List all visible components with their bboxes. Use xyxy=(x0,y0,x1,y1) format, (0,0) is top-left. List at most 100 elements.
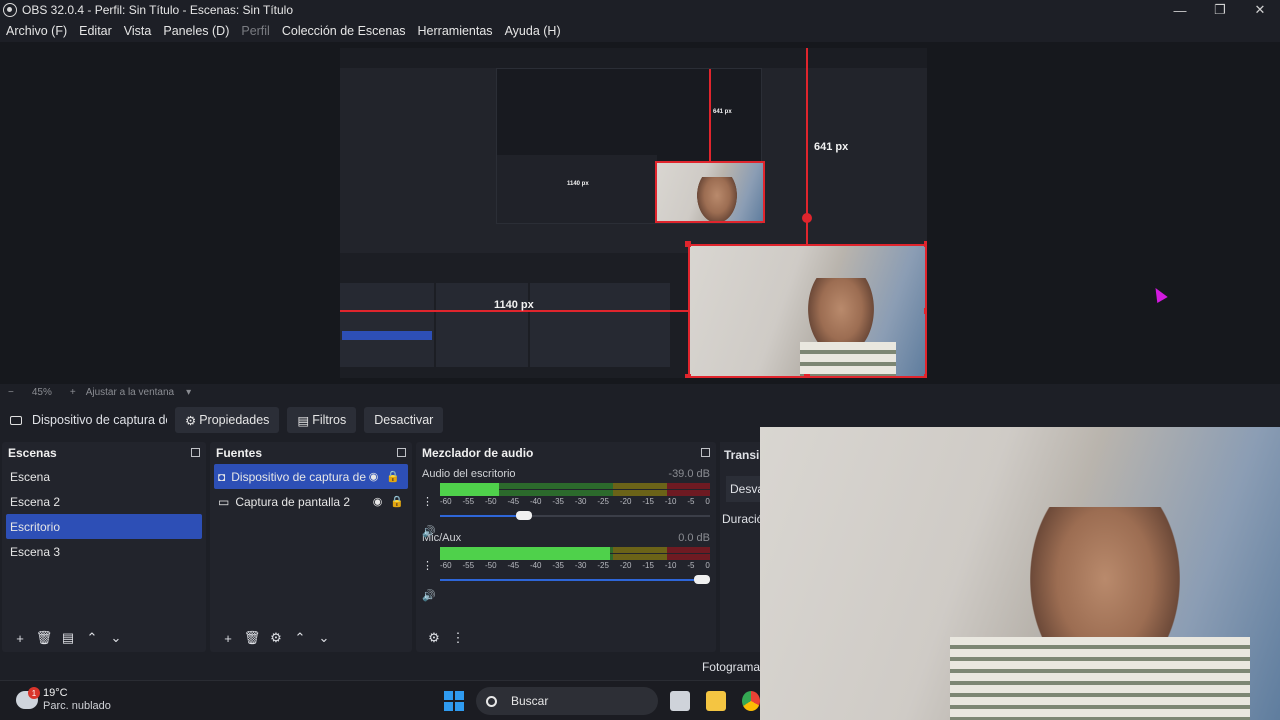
sources-title: Fuentes xyxy=(216,446,263,460)
fit-to-window-label[interactable]: Ajustar a la ventana xyxy=(86,387,174,398)
zoom-level: 45% xyxy=(31,386,52,398)
search-placeholder: Buscar xyxy=(511,694,549,708)
volume-slider[interactable] xyxy=(440,574,710,586)
scene-item-selected[interactable]: Escritorio xyxy=(6,514,202,539)
search-icon xyxy=(486,695,497,707)
move-down-icon[interactable]: ⌄ xyxy=(104,630,128,646)
mixer-menu-icon[interactable]: ⋮ xyxy=(446,630,470,646)
tick-label: -30 xyxy=(574,561,587,570)
tick-label: -50 xyxy=(484,497,497,506)
advanced-audio-icon[interactable]: ⚙ xyxy=(422,630,446,646)
tick-label: -55 xyxy=(462,497,475,506)
tick-label: -25 xyxy=(597,561,609,570)
lock-icon[interactable]: 🔒 xyxy=(390,495,404,508)
status-bar: Fotograma xyxy=(0,656,760,680)
scene-item[interactable]: Escena 3 xyxy=(2,539,206,564)
resize-handle[interactable] xyxy=(685,241,691,247)
speaker-icon[interactable]: 🔊 xyxy=(422,589,436,602)
close-icon[interactable]: ✕ xyxy=(1240,0,1280,20)
sources-footer: + 🗑 ⚙ ⌃ ⌄ xyxy=(210,624,412,652)
zoom-dropdown-icon[interactable]: ▾ xyxy=(186,387,191,398)
scene-item[interactable]: Escena 2 xyxy=(2,489,206,514)
undock-icon[interactable] xyxy=(397,448,406,457)
tick-label: -40 xyxy=(529,497,542,506)
resize-handle[interactable] xyxy=(804,374,810,378)
trash-icon[interactable]: 🗑 xyxy=(32,630,56,646)
camera-icon: ◘ xyxy=(218,469,226,484)
filters-button[interactable]: ▤ Filtros xyxy=(287,407,357,433)
filter-icon[interactable]: ▤ xyxy=(56,630,80,646)
transitions-dock: Transi Desva Duració xyxy=(720,442,760,652)
speaker-icon[interactable]: 🔊 xyxy=(422,525,436,538)
resize-handle[interactable] xyxy=(924,308,927,314)
chrome-icon[interactable] xyxy=(742,691,760,711)
source-item-selected[interactable]: ◘ Dispositivo de captura de ◉ 🔒 xyxy=(214,464,408,489)
menu-paneles[interactable]: Paneles (D) xyxy=(157,24,235,38)
horizontal-measure-label: 1140 px xyxy=(494,299,534,311)
selected-webcam-source[interactable] xyxy=(688,244,927,378)
transition-select[interactable]: Desva xyxy=(726,476,760,502)
move-down-icon[interactable]: ⌄ xyxy=(312,630,336,646)
recursive-window-titlebar xyxy=(340,48,927,68)
filters-label: Filtros xyxy=(312,413,347,427)
menu-archivo[interactable]: Archivo (F) xyxy=(0,24,73,38)
lock-icon[interactable]: 🔒 xyxy=(386,470,400,483)
properties-button[interactable]: ⚙ Propiedades xyxy=(175,407,280,433)
mouse-cursor-icon xyxy=(1150,284,1168,304)
deactivate-button[interactable]: Desactivar xyxy=(364,407,444,433)
trash-icon[interactable]: 🗑 xyxy=(240,630,264,646)
gear-icon[interactable]: ⚙ xyxy=(264,630,288,646)
channel-name: Audio del escritorio xyxy=(422,468,516,480)
weather-widget[interactable]: 1 19°C Parc. nublado xyxy=(16,687,111,713)
windows-start-icon[interactable] xyxy=(444,691,464,711)
source-label: Dispositivo de captura de xyxy=(231,469,366,484)
tick-label: -35 xyxy=(552,497,564,506)
preview-canvas[interactable]: 641 px 1140 px 641 px 1140 px xyxy=(340,48,927,378)
tick-label: -60 xyxy=(440,497,452,506)
mixer-channel: Audio del escritorio -39.0 dB ⋮ -60 -55 -50… xyxy=(416,468,716,538)
channel-menu-icon[interactable]: ⋮ xyxy=(422,495,433,508)
maximize-icon[interactable]: ❐ xyxy=(1200,0,1240,20)
scene-item[interactable]: Escena xyxy=(2,464,206,489)
eye-icon[interactable]: ◉ xyxy=(373,495,383,508)
minimize-icon[interactable]: — xyxy=(1160,0,1200,20)
menu-coleccion-escenas[interactable]: Colección de Escenas xyxy=(276,24,412,38)
menu-ayuda[interactable]: Ayuda (H) xyxy=(499,24,567,38)
resize-handle[interactable] xyxy=(924,374,927,378)
zoom-in-button[interactable]: + xyxy=(70,387,76,398)
undock-icon[interactable] xyxy=(701,448,710,457)
scenes-title: Escenas xyxy=(8,446,57,460)
tick-label: -40 xyxy=(529,561,542,570)
window-title: OBS 32.0.4 - Perfil: Sin Título - Escena… xyxy=(22,3,294,17)
move-up-icon[interactable]: ⌃ xyxy=(288,630,312,646)
taskbar-search[interactable]: Buscar xyxy=(476,687,658,715)
window-controls: — ❐ ✕ xyxy=(1160,0,1280,20)
fps-label: Fotograma xyxy=(701,660,760,674)
zoom-out-button[interactable]: − xyxy=(8,387,14,398)
add-icon[interactable]: + xyxy=(216,631,240,646)
task-view-icon[interactable] xyxy=(670,691,690,711)
add-icon[interactable]: + xyxy=(8,631,32,646)
source-item[interactable]: ▭ Captura de pantalla 2 ◉ 🔒 xyxy=(210,489,412,514)
menu-vista[interactable]: Vista xyxy=(118,24,158,38)
eye-icon[interactable]: ◉ xyxy=(369,470,379,483)
tick-label: -45 xyxy=(507,561,520,570)
resize-handle[interactable] xyxy=(924,241,927,247)
menu-herramientas[interactable]: Herramientas xyxy=(412,24,499,38)
webcam-overlay xyxy=(760,427,1280,720)
move-up-icon[interactable]: ⌃ xyxy=(80,630,104,646)
title-bar: OBS 32.0.4 - Perfil: Sin Título - Escena… xyxy=(0,0,1280,20)
undock-icon[interactable] xyxy=(191,448,200,457)
inner-vertical-measure: 641 px xyxy=(713,109,732,115)
menu-editar[interactable]: Editar xyxy=(73,24,118,38)
resize-handle[interactable] xyxy=(685,374,691,378)
volume-slider[interactable] xyxy=(440,510,710,522)
file-explorer-icon[interactable] xyxy=(706,691,726,711)
tick-label: -10 xyxy=(664,497,677,506)
channel-menu-icon[interactable]: ⋮ xyxy=(422,559,433,572)
menu-perfil[interactable]: Perfil xyxy=(235,24,275,38)
zoom-bar: − 45% + Ajustar a la ventana ▾ xyxy=(0,384,1280,400)
scenes-dock: Escenas Escena Escena 2 Escritorio Escen… xyxy=(2,442,206,652)
filter-icon: ▤ xyxy=(297,413,310,428)
tick-label: 0 xyxy=(705,497,710,506)
